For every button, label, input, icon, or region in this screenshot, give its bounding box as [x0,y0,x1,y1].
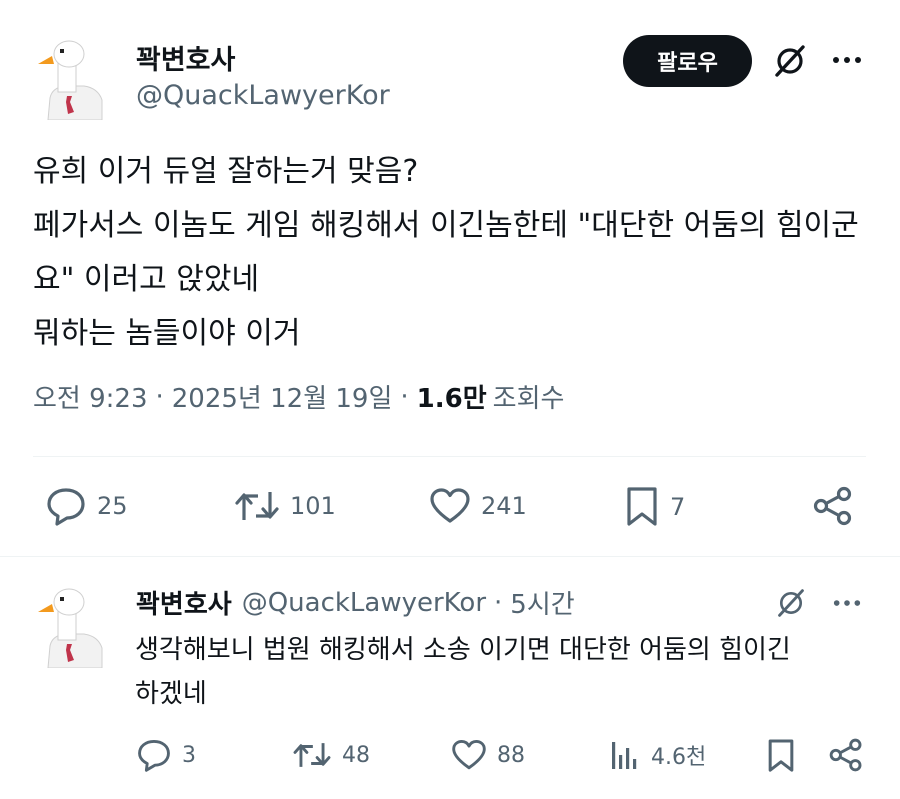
goose-avatar-icon [38,40,103,120]
reply-handle[interactable]: @QuackLawyerKor [242,588,486,618]
heart-icon [430,488,470,523]
retweet-icon [235,492,279,520]
more-icon[interactable] [832,598,862,608]
display-name[interactable]: 꽉변호사 [136,38,235,77]
retweet-icon [293,743,331,767]
avatar[interactable] [38,36,110,120]
tweet-meta: 오전 9:23 · 2025년 12월 19일 · 1.6만 조회수 [33,378,564,415]
reply-icon [47,488,85,526]
reply-like-button[interactable]: 88 [451,738,525,772]
like-count: 241 [481,492,527,520]
reply-time[interactable]: 5시간 [510,584,574,621]
share-icon [813,486,852,526]
reply-header: 꽉변호사 @QuackLawyerKor · 5시간 [136,584,575,621]
grok-icon[interactable] [773,44,807,78]
reply-share-button[interactable] [828,738,864,772]
views-label: 조회수 [492,384,565,414]
reply-icon [138,739,170,772]
bookmark-icon [768,739,794,772]
reply-views-button[interactable]: 4.6천 [609,738,706,772]
reply-views-count: 4.6천 [651,745,707,770]
retweet-count: 101 [290,492,336,520]
user-handle[interactable]: @QuackLawyerKor [136,80,390,111]
more-icon[interactable] [831,55,863,65]
goose-avatar-icon [38,588,103,668]
grok-icon[interactable] [776,588,806,618]
reply-retweet-count: 48 [342,742,370,768]
divider [0,556,900,557]
reply-reply-count: 3 [182,742,196,768]
views-count: 1.6만 [416,384,487,414]
divider [33,456,866,457]
reply-count: 25 [97,492,128,520]
reply-bookmark-button[interactable] [766,738,796,774]
share-button[interactable] [812,486,854,526]
reply-display-name[interactable]: 꽉변호사 [136,584,232,621]
reply-button[interactable]: 25 [45,486,128,526]
bookmark-count: 7 [670,493,686,521]
follow-button[interactable]: 팔로우 [623,35,752,87]
retweet-button[interactable]: 101 [234,486,336,526]
views-icon [612,742,637,769]
meta-separator: · [400,381,409,412]
bookmark-button[interactable]: 7 [624,486,685,528]
reply-avatar[interactable] [38,584,110,668]
share-icon [829,738,862,772]
heart-icon [452,739,486,770]
reply-reply-button[interactable]: 3 [136,738,196,772]
like-button[interactable]: 241 [429,486,527,526]
tweet-time[interactable]: 오전 9:23 [33,378,148,415]
reply-retweet-button[interactable]: 48 [292,738,370,772]
reply-like-count: 88 [497,742,525,768]
meta-separator: · [155,381,164,412]
reply-text: 생각해보니 법원 해킹해서 소송 이기면 대단한 어둠의 힘이긴 하겠네 [135,635,791,709]
tweet-text: 유희 이거 듀얼 잘하는거 맞음? 페가서스 이놈도 게임 해킹해서 이긴놈한테… [33,154,859,351]
reply-separator: · [494,587,503,618]
bookmark-icon [627,487,657,526]
tweet-date[interactable]: 2025년 12월 19일 [172,378,393,415]
